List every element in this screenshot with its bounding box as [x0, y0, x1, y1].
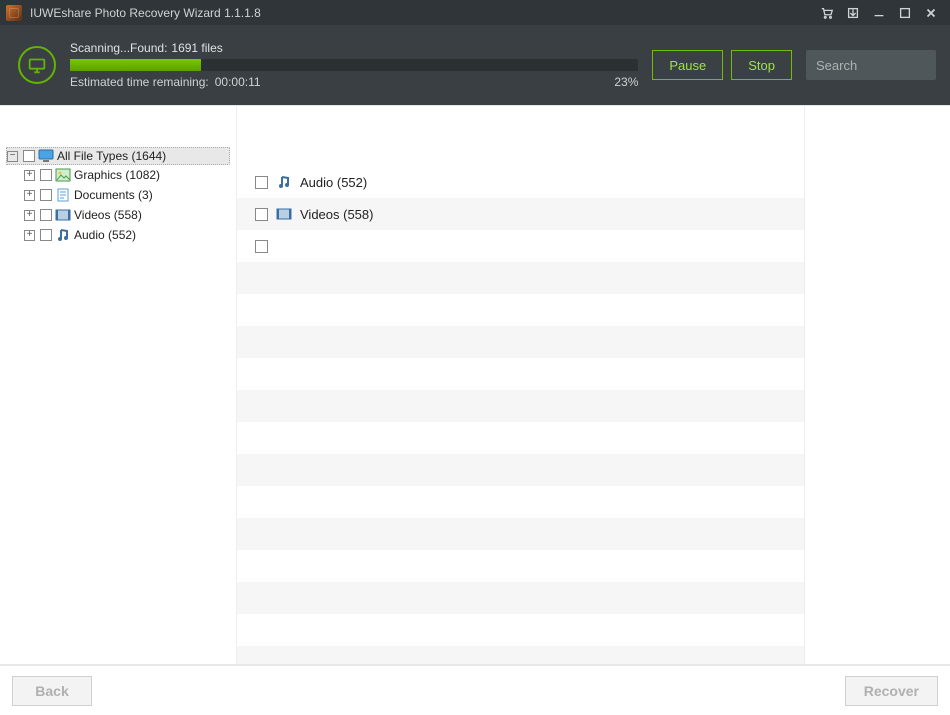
search-box[interactable]: [806, 50, 936, 80]
app-logo-icon: [6, 5, 22, 21]
list-item-label: Videos (558): [300, 207, 373, 222]
close-button[interactable]: [918, 0, 944, 25]
title-bar: IUWEshare Photo Recovery Wizard 1.1.1.8: [0, 0, 950, 25]
scan-status-line: Scanning...Found: 1691 files: [70, 41, 638, 55]
collapse-icon[interactable]: −: [7, 151, 18, 162]
video-icon: [55, 208, 71, 222]
list-row[interactable]: [237, 486, 804, 518]
list-row[interactable]: [237, 262, 804, 294]
footer-bar: Back Recover: [0, 665, 950, 715]
content-area: − All File Types (1644) + Graphics (1082)…: [0, 105, 950, 665]
scan-toolbar: Scanning...Found: 1691 files Estimated t…: [0, 25, 950, 105]
list-row[interactable]: [237, 230, 804, 262]
tree-node[interactable]: + Documents (3): [24, 186, 230, 204]
tree-root-label: All File Types (1644): [57, 149, 166, 163]
list-row[interactable]: [237, 518, 804, 550]
doc-icon: [55, 188, 71, 202]
tree-root-node[interactable]: − All File Types (1644): [6, 147, 230, 165]
progress-bar: [70, 59, 638, 71]
list-row[interactable]: [237, 422, 804, 454]
list-row[interactable]: [237, 358, 804, 390]
tree-node-label: Audio (552): [74, 228, 136, 242]
tree-pane: − All File Types (1644) + Graphics (1082)…: [0, 106, 237, 664]
list-row[interactable]: Audio (552): [237, 166, 804, 198]
checkbox[interactable]: [255, 240, 268, 253]
checkbox[interactable]: [23, 150, 35, 162]
checkbox[interactable]: [255, 208, 268, 221]
tree-node-label: Documents (3): [74, 188, 153, 202]
tree-node[interactable]: + Audio (552): [24, 226, 230, 244]
back-button[interactable]: Back: [12, 676, 92, 706]
list-row[interactable]: [237, 582, 804, 614]
stop-button[interactable]: Stop: [731, 50, 792, 80]
app-title: IUWEshare Photo Recovery Wizard 1.1.1.8: [30, 6, 261, 20]
time-remaining-label: Estimated time remaining:: [70, 75, 209, 89]
checkbox[interactable]: [40, 229, 52, 241]
audio-icon: [55, 228, 71, 242]
list-row[interactable]: [237, 550, 804, 582]
audio-icon: [276, 174, 292, 190]
tree-node-label: Videos (558): [74, 208, 142, 222]
tree-node[interactable]: + Graphics (1082): [24, 166, 230, 184]
list-row[interactable]: [237, 390, 804, 422]
time-remaining-value: 00:00:11: [215, 75, 261, 89]
list-row[interactable]: [237, 454, 804, 486]
list-item-label: Audio (552): [300, 175, 367, 190]
recover-button[interactable]: Recover: [845, 676, 938, 706]
expand-icon[interactable]: +: [24, 230, 35, 241]
list-row[interactable]: [237, 614, 804, 646]
search-input[interactable]: [814, 57, 950, 74]
preview-pane: [804, 106, 950, 664]
maximize-button[interactable]: [892, 0, 918, 25]
pause-button[interactable]: Pause: [652, 50, 723, 80]
list-row[interactable]: [237, 294, 804, 326]
scan-status-count: 1691 files: [171, 41, 222, 55]
image-icon: [55, 168, 71, 182]
list-row[interactable]: Videos (558): [237, 198, 804, 230]
list-row[interactable]: [237, 326, 804, 358]
checkbox[interactable]: [255, 176, 268, 189]
expand-icon[interactable]: +: [24, 190, 35, 201]
minimize-button[interactable]: [866, 0, 892, 25]
checkbox[interactable]: [40, 169, 52, 181]
list-pane: Audio (552) Videos (558): [237, 106, 950, 664]
progress-percent: 23%: [614, 75, 638, 89]
checkbox[interactable]: [40, 189, 52, 201]
scanning-monitor-icon: [18, 46, 56, 84]
video-icon: [276, 206, 292, 222]
expand-icon[interactable]: +: [24, 170, 35, 181]
scan-status-prefix: Scanning...Found:: [70, 41, 167, 55]
tray-icon[interactable]: [840, 0, 866, 25]
tree-node-label: Graphics (1082): [74, 168, 160, 182]
monitor-icon: [38, 149, 54, 163]
cart-icon[interactable]: [814, 0, 840, 25]
checkbox[interactable]: [40, 209, 52, 221]
expand-icon[interactable]: +: [24, 210, 35, 221]
tree-node[interactable]: + Videos (558): [24, 206, 230, 224]
list-row[interactable]: [237, 646, 804, 664]
